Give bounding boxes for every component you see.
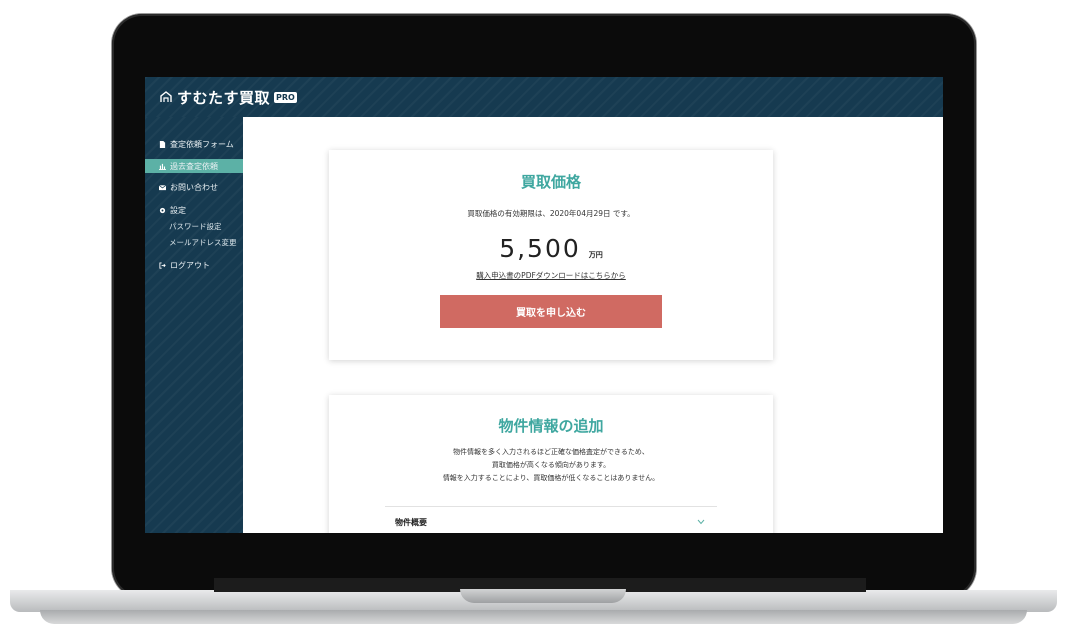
description-line: 情報を入力することにより、買取価格が低くなることはありません。 bbox=[442, 474, 660, 482]
description-line: 物件情報を多く入力されるほど正確な価格査定ができるため、 bbox=[453, 448, 649, 456]
purchase-price-title: 買取価格 bbox=[520, 173, 581, 191]
file-icon bbox=[159, 140, 166, 148]
pdf-download-link[interactable]: 購入申込書のPDFダウンロードはこちらから bbox=[329, 270, 773, 281]
envelope-icon bbox=[159, 184, 166, 190]
top-bar: すむたす買取 PRO bbox=[145, 77, 943, 117]
sidebar-item-label: お問い合わせ bbox=[170, 182, 218, 192]
property-info-card: 物件情報の追加 物件情報を多く入力されるほど正確な価格査定ができるため、 買取価… bbox=[329, 395, 773, 533]
property-info-title: 物件情報の追加 bbox=[498, 417, 604, 435]
apply-purchase-button[interactable]: 買取を申し込む bbox=[440, 295, 662, 328]
price-display: 5,500 万円 bbox=[329, 234, 773, 263]
sidebar-item-settings[interactable]: 設定 bbox=[145, 203, 243, 217]
sidebar-item-label: 過去査定依頼 bbox=[170, 161, 218, 171]
description-line: 買取価格が高くなる傾向があります。 bbox=[491, 461, 611, 469]
sidebar-item-logout[interactable]: ログアウト bbox=[145, 258, 243, 272]
main-content: 買取価格 買取価格の有効期限は、2020年04月29日 です。 5,500 万円 … bbox=[243, 117, 943, 533]
chevron-down-icon[interactable] bbox=[697, 519, 705, 525]
sidebar-item-contact[interactable]: お問い合わせ bbox=[145, 180, 243, 194]
property-overview-accordion[interactable]: 物件概要 bbox=[395, 517, 427, 528]
laptop-notch bbox=[460, 589, 626, 603]
sidebar-subitem-password[interactable]: パスワード設定 bbox=[169, 221, 222, 232]
logo-text: すむたす買取 bbox=[177, 88, 271, 107]
price-value: 5,500 bbox=[499, 234, 581, 263]
price-unit: 万円 bbox=[588, 251, 603, 259]
logo-mark-icon bbox=[160, 91, 172, 102]
bar-chart-icon bbox=[159, 163, 166, 170]
app-screen: すむたす買取 PRO 査定依頼フォーム 過去査定依頼 お問い合わせ 設定 パスワ… bbox=[145, 77, 943, 533]
sidebar-item-label: ログアウト bbox=[170, 260, 210, 270]
divider bbox=[385, 506, 717, 507]
logo-badge: PRO bbox=[274, 91, 297, 103]
sidebar-item-label: 設定 bbox=[170, 205, 186, 215]
app-logo[interactable]: すむたす買取 PRO bbox=[159, 86, 297, 108]
laptop-base-bottom bbox=[40, 610, 1027, 624]
property-info-description: 物件情報を多く入力されるほど正確な価格査定ができるため、 買取価格が高くなる傾向… bbox=[329, 446, 773, 485]
validity-note: 買取価格の有効期限は、2020年04月29日 です。 bbox=[467, 209, 635, 218]
sidebar-item-assessment-form[interactable]: 査定依頼フォーム bbox=[145, 137, 243, 151]
sidebar-item-past-assessments[interactable]: 過去査定依頼 bbox=[145, 159, 243, 173]
logout-icon bbox=[159, 261, 166, 269]
sidebar-item-label: 査定依頼フォーム bbox=[170, 139, 234, 149]
purchase-price-card: 買取価格 買取価格の有効期限は、2020年04月29日 です。 5,500 万円 … bbox=[329, 150, 773, 360]
sidebar-subitem-email[interactable]: メールアドレス変更 bbox=[169, 237, 237, 248]
gear-icon bbox=[159, 207, 166, 213]
sidebar: 査定依頼フォーム 過去査定依頼 お問い合わせ 設定 パスワード設定 メールアドレ… bbox=[145, 117, 243, 533]
